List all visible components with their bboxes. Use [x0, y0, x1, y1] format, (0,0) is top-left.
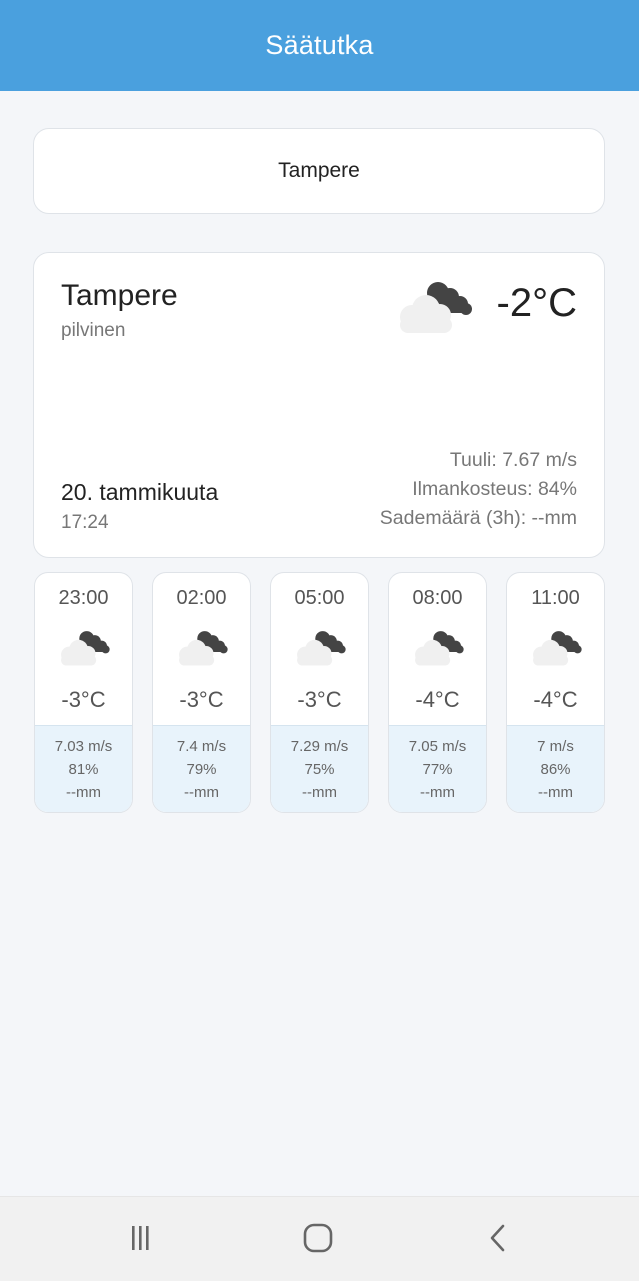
- forecast-time: 23:00: [58, 587, 109, 609]
- cloudy-night-icon: [400, 282, 472, 333]
- cloudy-night-icon: [533, 631, 582, 666]
- city-search-input[interactable]: Tampere: [33, 128, 605, 214]
- forecast-precipitation: --mm: [538, 784, 573, 801]
- forecast-card: 08:00 -4°C 7.05 m/s 77% --mm: [388, 572, 487, 813]
- system-navigation-bar: [0, 1196, 639, 1281]
- forecast-time: 02:00: [176, 587, 227, 609]
- forecast-temperature: -3°C: [179, 687, 224, 712]
- forecast-precipitation: --mm: [302, 784, 337, 801]
- forecast-wind: 7.4 m/s: [176, 738, 227, 755]
- forecast-humidity: 86%: [540, 761, 571, 778]
- forecast-card: 23:00 -3°C 7.03 m/s 81% --mm: [34, 572, 133, 813]
- forecast-time: 08:00: [412, 587, 463, 609]
- forecast-humidity: 81%: [68, 761, 99, 778]
- current-description: pilvinen: [61, 320, 126, 341]
- back-icon: [490, 1224, 505, 1252]
- forecast-time: 05:00: [294, 587, 345, 609]
- forecast-temperature: -3°C: [297, 687, 342, 712]
- cloudy-night-icon: [179, 631, 228, 666]
- forecast-card: 05:00 -3°C 7.29 m/s 75% --mm: [270, 572, 369, 813]
- home-button[interactable]: [298, 1221, 338, 1255]
- forecast-details: 7 m/s 86% --mm: [507, 725, 604, 812]
- forecast-card: 11:00 -4°C 7 m/s 86% --mm: [506, 572, 605, 813]
- back-button[interactable]: [478, 1221, 518, 1255]
- forecast-humidity: 77%: [422, 761, 453, 778]
- forecast-humidity: 75%: [304, 761, 335, 778]
- home-icon: [303, 1223, 333, 1253]
- current-precipitation: Sademäärä (3h): --mm: [379, 507, 577, 529]
- current-humidity: Ilmankosteus: 84%: [412, 478, 577, 500]
- city-search-value: Tampere: [278, 159, 360, 182]
- current-city: Tampere: [61, 279, 178, 312]
- current-weather-card: Tampere pilvinen -2°C Tuuli: 7.67 m/s Il…: [33, 252, 605, 558]
- forecast-wind: 7 m/s: [537, 738, 574, 755]
- forecast-details: 7.03 m/s 81% --mm: [35, 725, 132, 812]
- cloudy-night-icon: [415, 631, 464, 666]
- current-wind: Tuuli: 7.67 m/s: [449, 449, 577, 471]
- forecast-details: 7.4 m/s 79% --mm: [153, 725, 250, 812]
- forecast-temperature: -4°C: [415, 687, 460, 712]
- cloudy-night-icon: [297, 631, 346, 666]
- app-title: Säätutka: [265, 30, 374, 60]
- current-time: 17:24: [61, 512, 109, 533]
- forecast-details: 7.05 m/s 77% --mm: [389, 725, 486, 812]
- current-stats: Tuuli: 7.67 m/s Ilmankosteus: 84% Sademä…: [380, 446, 577, 533]
- forecast-details: 7.29 m/s 75% --mm: [271, 725, 368, 812]
- current-temperature: -2°C: [496, 281, 577, 325]
- forecast-list: 23:00 -3°C 7.03 m/s 81% --mm 02:00 -3°C …: [34, 572, 606, 814]
- current-date: 20. tammikuuta: [61, 479, 219, 505]
- forecast-temperature: -4°C: [533, 687, 578, 712]
- cloudy-night-icon: [61, 631, 110, 666]
- forecast-wind: 7.03 m/s: [54, 738, 113, 755]
- forecast-precipitation: --mm: [184, 784, 219, 801]
- forecast-wind: 7.29 m/s: [290, 738, 349, 755]
- forecast-precipitation: --mm: [420, 784, 455, 801]
- forecast-humidity: 79%: [186, 761, 217, 778]
- app-bar: Säätutka: [0, 0, 639, 91]
- forecast-wind: 7.05 m/s: [408, 738, 467, 755]
- forecast-card: 02:00 -3°C 7.4 m/s 79% --mm: [152, 572, 251, 813]
- recent-apps-icon: [132, 1226, 149, 1250]
- recent-apps-button[interactable]: [120, 1221, 160, 1255]
- forecast-time: 11:00: [531, 587, 580, 609]
- forecast-precipitation: --mm: [66, 784, 101, 801]
- forecast-temperature: -3°C: [61, 687, 106, 712]
